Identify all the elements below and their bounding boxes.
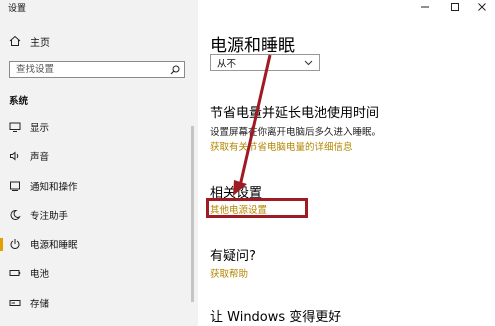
sidebar-item-label: 电池 (30, 269, 50, 280)
improve-windows-heading: 让 Windows 变得更好 (210, 310, 342, 325)
monitor-icon (9, 121, 21, 133)
search-input[interactable] (16, 64, 166, 75)
speaker-icon (9, 150, 21, 162)
search-box[interactable] (9, 61, 185, 78)
battery-section-description: 设置屏幕在你离开电脑后多久进入睡眠。 (210, 127, 382, 138)
power-icon (9, 238, 21, 250)
sidebar-item-label: 声音 (30, 152, 50, 163)
close-button[interactable] (471, 0, 493, 14)
notification-icon (9, 180, 21, 192)
section-title-system: 系统 (9, 96, 29, 107)
minimize-icon (421, 6, 429, 8)
sidebar-item-storage[interactable]: 存储 (0, 294, 190, 312)
sidebar-item-focus-assist[interactable]: 专注助手 (0, 206, 190, 224)
sidebar-item-sound[interactable]: 声音 (0, 147, 190, 165)
home-label: 主页 (30, 37, 50, 49)
sidebar-item-power-sleep[interactable]: 电源和睡眠 (0, 235, 190, 253)
app-title: 设置 (8, 4, 27, 14)
sidebar-item-label: 通知和操作 (30, 182, 78, 193)
sidebar-item-label: 电源和睡眠 (30, 240, 78, 251)
home-icon (9, 35, 21, 46)
home-nav-item[interactable]: 主页 (9, 34, 50, 49)
get-help-link[interactable]: 获取帮助 (210, 266, 248, 280)
storage-icon (9, 297, 21, 309)
sidebar: 设置 主页 系统 显示 声音 通知和操作 专注助 (0, 0, 198, 326)
sidebar-item-notifications[interactable]: 通知和操作 (0, 177, 190, 195)
sidebar-scrollbar[interactable] (191, 126, 194, 302)
close-icon (478, 3, 486, 11)
sidebar-item-display[interactable]: 显示 (0, 118, 190, 136)
minimize-button[interactable] (414, 0, 436, 14)
search-icon[interactable] (170, 65, 180, 75)
sleep-select[interactable]: 从不 (210, 54, 320, 71)
moon-icon (9, 209, 21, 221)
sidebar-item-label: 显示 (30, 123, 50, 134)
question-heading: 有疑问? (210, 249, 256, 264)
maximize-icon (451, 3, 459, 11)
sleep-select-value: 从不 (217, 58, 237, 70)
battery-icon (9, 267, 21, 279)
annotation-highlight-box (206, 198, 308, 218)
active-indicator (0, 238, 3, 251)
sidebar-item-battery[interactable]: 电池 (0, 264, 190, 282)
sidebar-item-label: 专注助手 (30, 211, 69, 222)
maximize-button[interactable] (444, 0, 466, 14)
page-title: 电源和睡眠 (210, 36, 295, 56)
battery-details-link[interactable]: 获取有关节省电脑电量的详细信息 (210, 139, 353, 153)
battery-section-heading: 节省电量并延长电池使用时间 (210, 106, 380, 121)
sidebar-item-label: 存储 (30, 299, 50, 310)
chevron-down-icon (304, 60, 313, 66)
